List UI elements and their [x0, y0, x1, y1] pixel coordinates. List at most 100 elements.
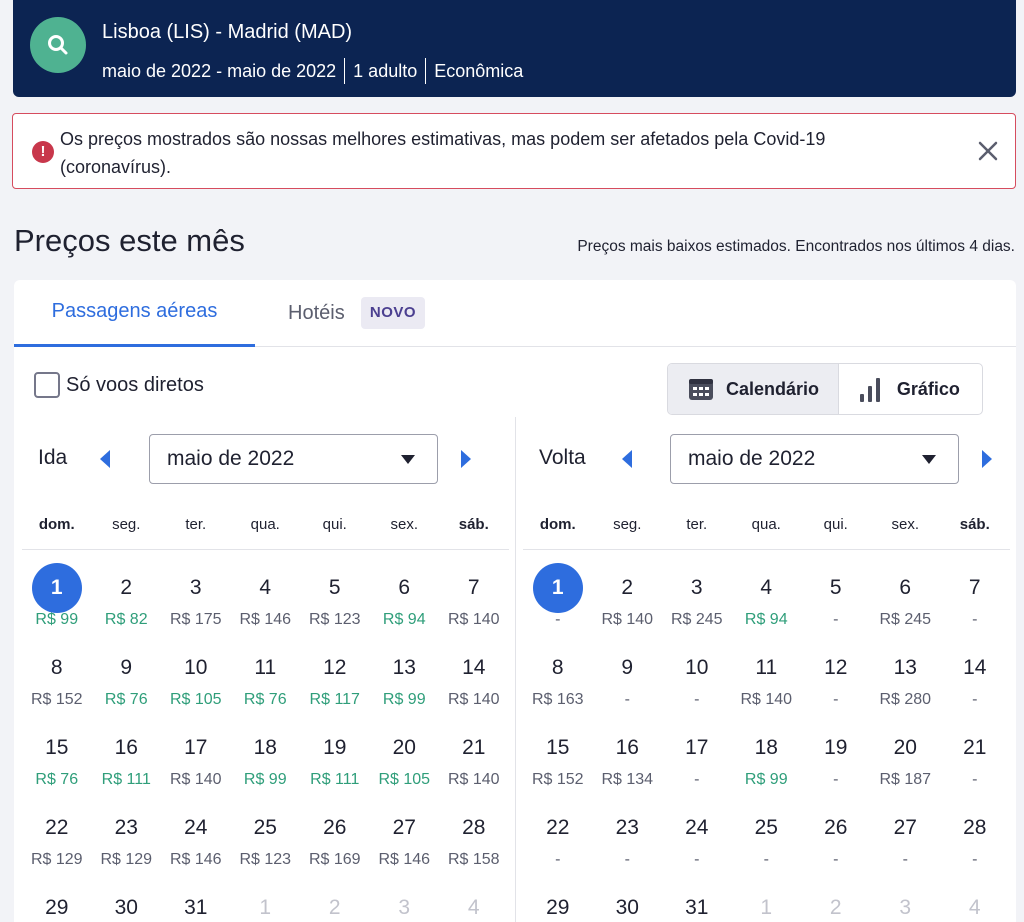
calendar-week: 22 R$ 129 23 R$ 129 24 R$ 146 25 R$ 123 26 R$ 169…: [22, 798, 509, 878]
calendar-week: 15 R$ 152 16 R$ 134 17 - 18 R$ 99 19 - 20 R$ 187 21 -: [523, 718, 1010, 798]
day-cell[interactable]: 14 R$ 140: [439, 638, 509, 718]
day-number: 10: [184, 656, 208, 679]
day-cell[interactable]: 3 R$ 245: [662, 558, 732, 638]
day-cell[interactable]: 16 R$ 111: [92, 718, 162, 798]
day-cell[interactable]: 4 R$ 94: [732, 558, 802, 638]
next-month-icon[interactable]: [980, 449, 994, 469]
day-cell[interactable]: 29: [22, 878, 92, 922]
day-cell[interactable]: 23 R$ 129: [92, 798, 162, 878]
day-cell[interactable]: 5 R$ 123: [300, 558, 370, 638]
day-cell[interactable]: 10 -: [662, 638, 732, 718]
day-cell[interactable]: 17 R$ 140: [161, 718, 231, 798]
day-number: 26: [824, 816, 848, 839]
day-cell[interactable]: 27 -: [871, 798, 941, 878]
day-cell[interactable]: 2 R$ 140: [593, 558, 663, 638]
day-cell[interactable]: 4 R$ 146: [231, 558, 301, 638]
day-price: R$ 169: [308, 851, 361, 868]
day-number: 4: [968, 896, 981, 919]
day-cell[interactable]: 12 -: [801, 638, 871, 718]
day-cell[interactable]: 14 -: [940, 638, 1010, 718]
return-month-select[interactable]: maio de 2022: [670, 434, 959, 484]
day-cell[interactable]: 20 R$ 187: [871, 718, 941, 798]
calendar-view-button[interactable]: Calendário: [668, 364, 839, 414]
day-number: 17: [685, 736, 709, 759]
day-number: 8: [551, 656, 564, 679]
day-cell[interactable]: 9 R$ 76: [92, 638, 162, 718]
day-cell[interactable]: 22 R$ 129: [22, 798, 92, 878]
day-cell[interactable]: 7 R$ 140: [439, 558, 509, 638]
day-cell[interactable]: 18 R$ 99: [231, 718, 301, 798]
direct-flights-filter[interactable]: Só voos diretos: [34, 372, 204, 398]
day-cell[interactable]: 6 R$ 94: [370, 558, 440, 638]
tab-hotels[interactable]: Hotéis: [288, 280, 345, 347]
day-cell[interactable]: 25 -: [732, 798, 802, 878]
day-cell[interactable]: 20 R$ 105: [370, 718, 440, 798]
next-month-icon[interactable]: [459, 449, 473, 469]
day-cell[interactable]: 26 R$ 169: [300, 798, 370, 878]
day-cell[interactable]: 22 -: [523, 798, 593, 878]
day-cell[interactable]: 8 R$ 152: [22, 638, 92, 718]
direct-flights-checkbox[interactable]: [34, 372, 60, 398]
day-cell[interactable]: 10 R$ 105: [161, 638, 231, 718]
outbound-month-value: maio de 2022: [167, 447, 295, 470]
day-cell[interactable]: 17 -: [662, 718, 732, 798]
day-price: R$ 76: [104, 691, 148, 708]
close-icon[interactable]: [975, 138, 1001, 164]
day-price: -: [694, 851, 700, 868]
selected-day-cell[interactable]: 1 R$ 99: [22, 558, 92, 638]
day-cell[interactable]: 31: [662, 878, 732, 922]
day-cell[interactable]: 16 R$ 134: [593, 718, 663, 798]
selected-day-cell[interactable]: 1-: [523, 558, 593, 638]
day-cell[interactable]: 11 R$ 76: [231, 638, 301, 718]
day-cell[interactable]: 27 R$ 146: [370, 798, 440, 878]
day-cell[interactable]: 26 -: [801, 798, 871, 878]
weekday-label: sex.: [891, 516, 919, 533]
day-cell[interactable]: 9-: [593, 638, 663, 718]
outbound-month-select[interactable]: maio de 2022: [149, 434, 438, 484]
day-cell[interactable]: 25 R$ 123: [231, 798, 301, 878]
day-cell[interactable]: 13 R$ 99: [370, 638, 440, 718]
day-cell[interactable]: 24 R$ 146: [161, 798, 231, 878]
day-cell[interactable]: 2 R$ 82: [92, 558, 162, 638]
prev-month-icon[interactable]: [620, 449, 634, 469]
day-cell[interactable]: 19 R$ 111: [300, 718, 370, 798]
day-cell[interactable]: 19 -: [801, 718, 871, 798]
day-cell[interactable]: 21 -: [940, 718, 1010, 798]
day-cell[interactable]: 31: [161, 878, 231, 922]
day-cell[interactable]: 11 R$ 140: [732, 638, 802, 718]
day-cell[interactable]: 21 R$ 140: [439, 718, 509, 798]
day-number: 8: [50, 656, 63, 679]
day-price: -: [624, 691, 630, 708]
section-note: Preços mais baixos estimados. Encontrado…: [577, 238, 1015, 255]
day-cell[interactable]: 30: [92, 878, 162, 922]
day-cell[interactable]: 23 -: [593, 798, 663, 878]
tab-flights[interactable]: Passagens aéreas: [14, 280, 255, 347]
day-cell[interactable]: 12 R$ 117: [300, 638, 370, 718]
calendar-week: 22 - 23 - 24 - 25 - 26 - 27 - 28 -: [523, 798, 1010, 878]
day-cell[interactable]: 15 R$ 152: [523, 718, 593, 798]
day-price: R$ 123: [239, 851, 292, 868]
day-cell[interactable]: 24 -: [662, 798, 732, 878]
day-cell[interactable]: 3 R$ 175: [161, 558, 231, 638]
day-cell[interactable]: 28 -: [940, 798, 1010, 878]
weekday-label: dom.: [38, 516, 75, 533]
search-icon[interactable]: [30, 17, 86, 73]
day-cell[interactable]: 6 R$ 245: [871, 558, 941, 638]
day-cell[interactable]: 15 R$ 76: [22, 718, 92, 798]
graph-view-button[interactable]: Gráfico: [839, 364, 982, 414]
day-cell[interactable]: 30: [593, 878, 663, 922]
day-cell[interactable]: 28 R$ 158: [439, 798, 509, 878]
return-month-value: maio de 2022: [688, 447, 816, 470]
bar-chart-icon: [859, 378, 880, 402]
day-cell[interactable]: 5-: [801, 558, 871, 638]
day-cell[interactable]: 29: [523, 878, 593, 922]
day-cell[interactable]: 13 R$ 280: [871, 638, 941, 718]
prev-month-icon[interactable]: [98, 449, 112, 469]
day-cell[interactable]: 7-: [940, 558, 1010, 638]
day-number: 30: [615, 896, 639, 919]
search-summary-header[interactable]: Lisboa (LIS) - Madrid (MAD) maio de 2022…: [13, 0, 1016, 97]
day-price: R$ 140: [601, 611, 654, 628]
day-number: 10: [685, 656, 709, 679]
day-cell[interactable]: 8 R$ 163: [523, 638, 593, 718]
day-cell[interactable]: 18 R$ 99: [732, 718, 802, 798]
